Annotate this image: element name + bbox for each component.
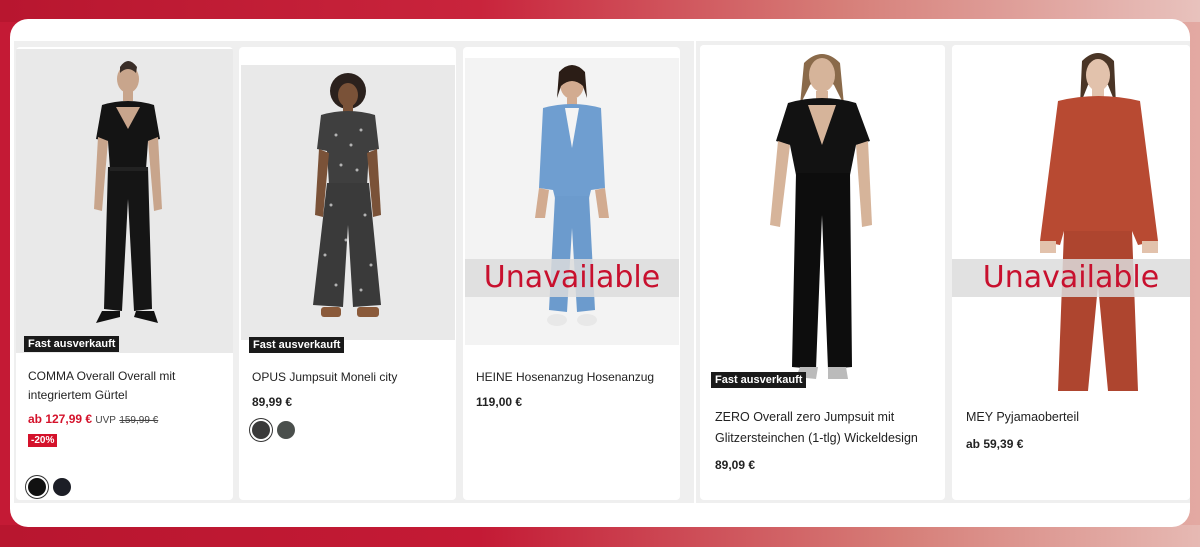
product-price: ab 59,39 € [966, 437, 1024, 451]
low-stock-badge: Fast ausverkauft [24, 336, 120, 352]
product-image[interactable] [241, 65, 455, 340]
product-title[interactable]: MEY Pyjamaoberteil [966, 407, 1176, 428]
color-swatch-navy[interactable] [53, 478, 71, 496]
uvp-label: UVP [95, 415, 116, 426]
model-red-pajama-image [1040, 53, 1158, 391]
model-print-jumpsuit-image [313, 73, 381, 317]
uvp-price: 159,99 € [119, 415, 159, 426]
discount-badge: -20% [28, 434, 58, 447]
color-swatch-green-print[interactable] [277, 421, 295, 439]
product-title[interactable]: HEINE Hosenanzug Hosenanzug [476, 368, 666, 387]
product-price: 89,99 € [252, 395, 293, 409]
product-card-opus[interactable]: Fast ausverkauft OPUS Jumpsuit Moneli ci… [239, 47, 456, 500]
product-card-comma[interactable]: Fast ausverkauft COMMA Overall Overall m… [16, 47, 233, 500]
color-swatch-dark-print[interactable] [252, 421, 270, 439]
product-title[interactable]: OPUS Jumpsuit Moneli city [252, 368, 442, 387]
model-black-jumpsuit-image [94, 61, 162, 323]
product-price: 119,00 € [476, 395, 523, 409]
product-card-heine[interactable]: Unavailable HEINE Hosenanzug Hosenanzug … [463, 47, 680, 500]
product-image[interactable] [465, 58, 679, 345]
sale-price: ab 127,99 € [28, 412, 93, 426]
low-stock-badge: Fast ausverkauft [711, 372, 807, 388]
product-image[interactable]: Fast ausverkauft [16, 49, 233, 353]
color-swatch-black[interactable] [28, 478, 46, 496]
unavailable-overlay: Unavailable [465, 259, 679, 297]
product-title[interactable]: ZERO Overall zero Jumpsuit mit Glitzerst… [715, 407, 940, 449]
product-image[interactable] [700, 45, 945, 393]
model-blue-suit-image [535, 65, 609, 326]
model-black-jumpsuit-image [770, 54, 872, 379]
product-card-mey[interactable]: Unavailable MEY Pyjamaoberteil ab 59,39 … [952, 45, 1190, 500]
low-stock-badge: Fast ausverkauft [249, 337, 345, 353]
product-image[interactable] [952, 45, 1190, 393]
product-price: 89,09 € [715, 458, 756, 472]
product-card-zero[interactable]: Fast ausverkauft ZERO Overall zero Jumps… [700, 45, 945, 500]
product-title[interactable]: COMMA Overall Overall mit integriertem G… [28, 367, 218, 405]
product-panel: Fast ausverkauft COMMA Overall Overall m… [10, 19, 1190, 527]
background-bottom [0, 525, 1200, 547]
unavailable-overlay: Unavailable [952, 259, 1190, 297]
product-price: ab 127,99 € UVP 159,99 € [28, 412, 158, 426]
